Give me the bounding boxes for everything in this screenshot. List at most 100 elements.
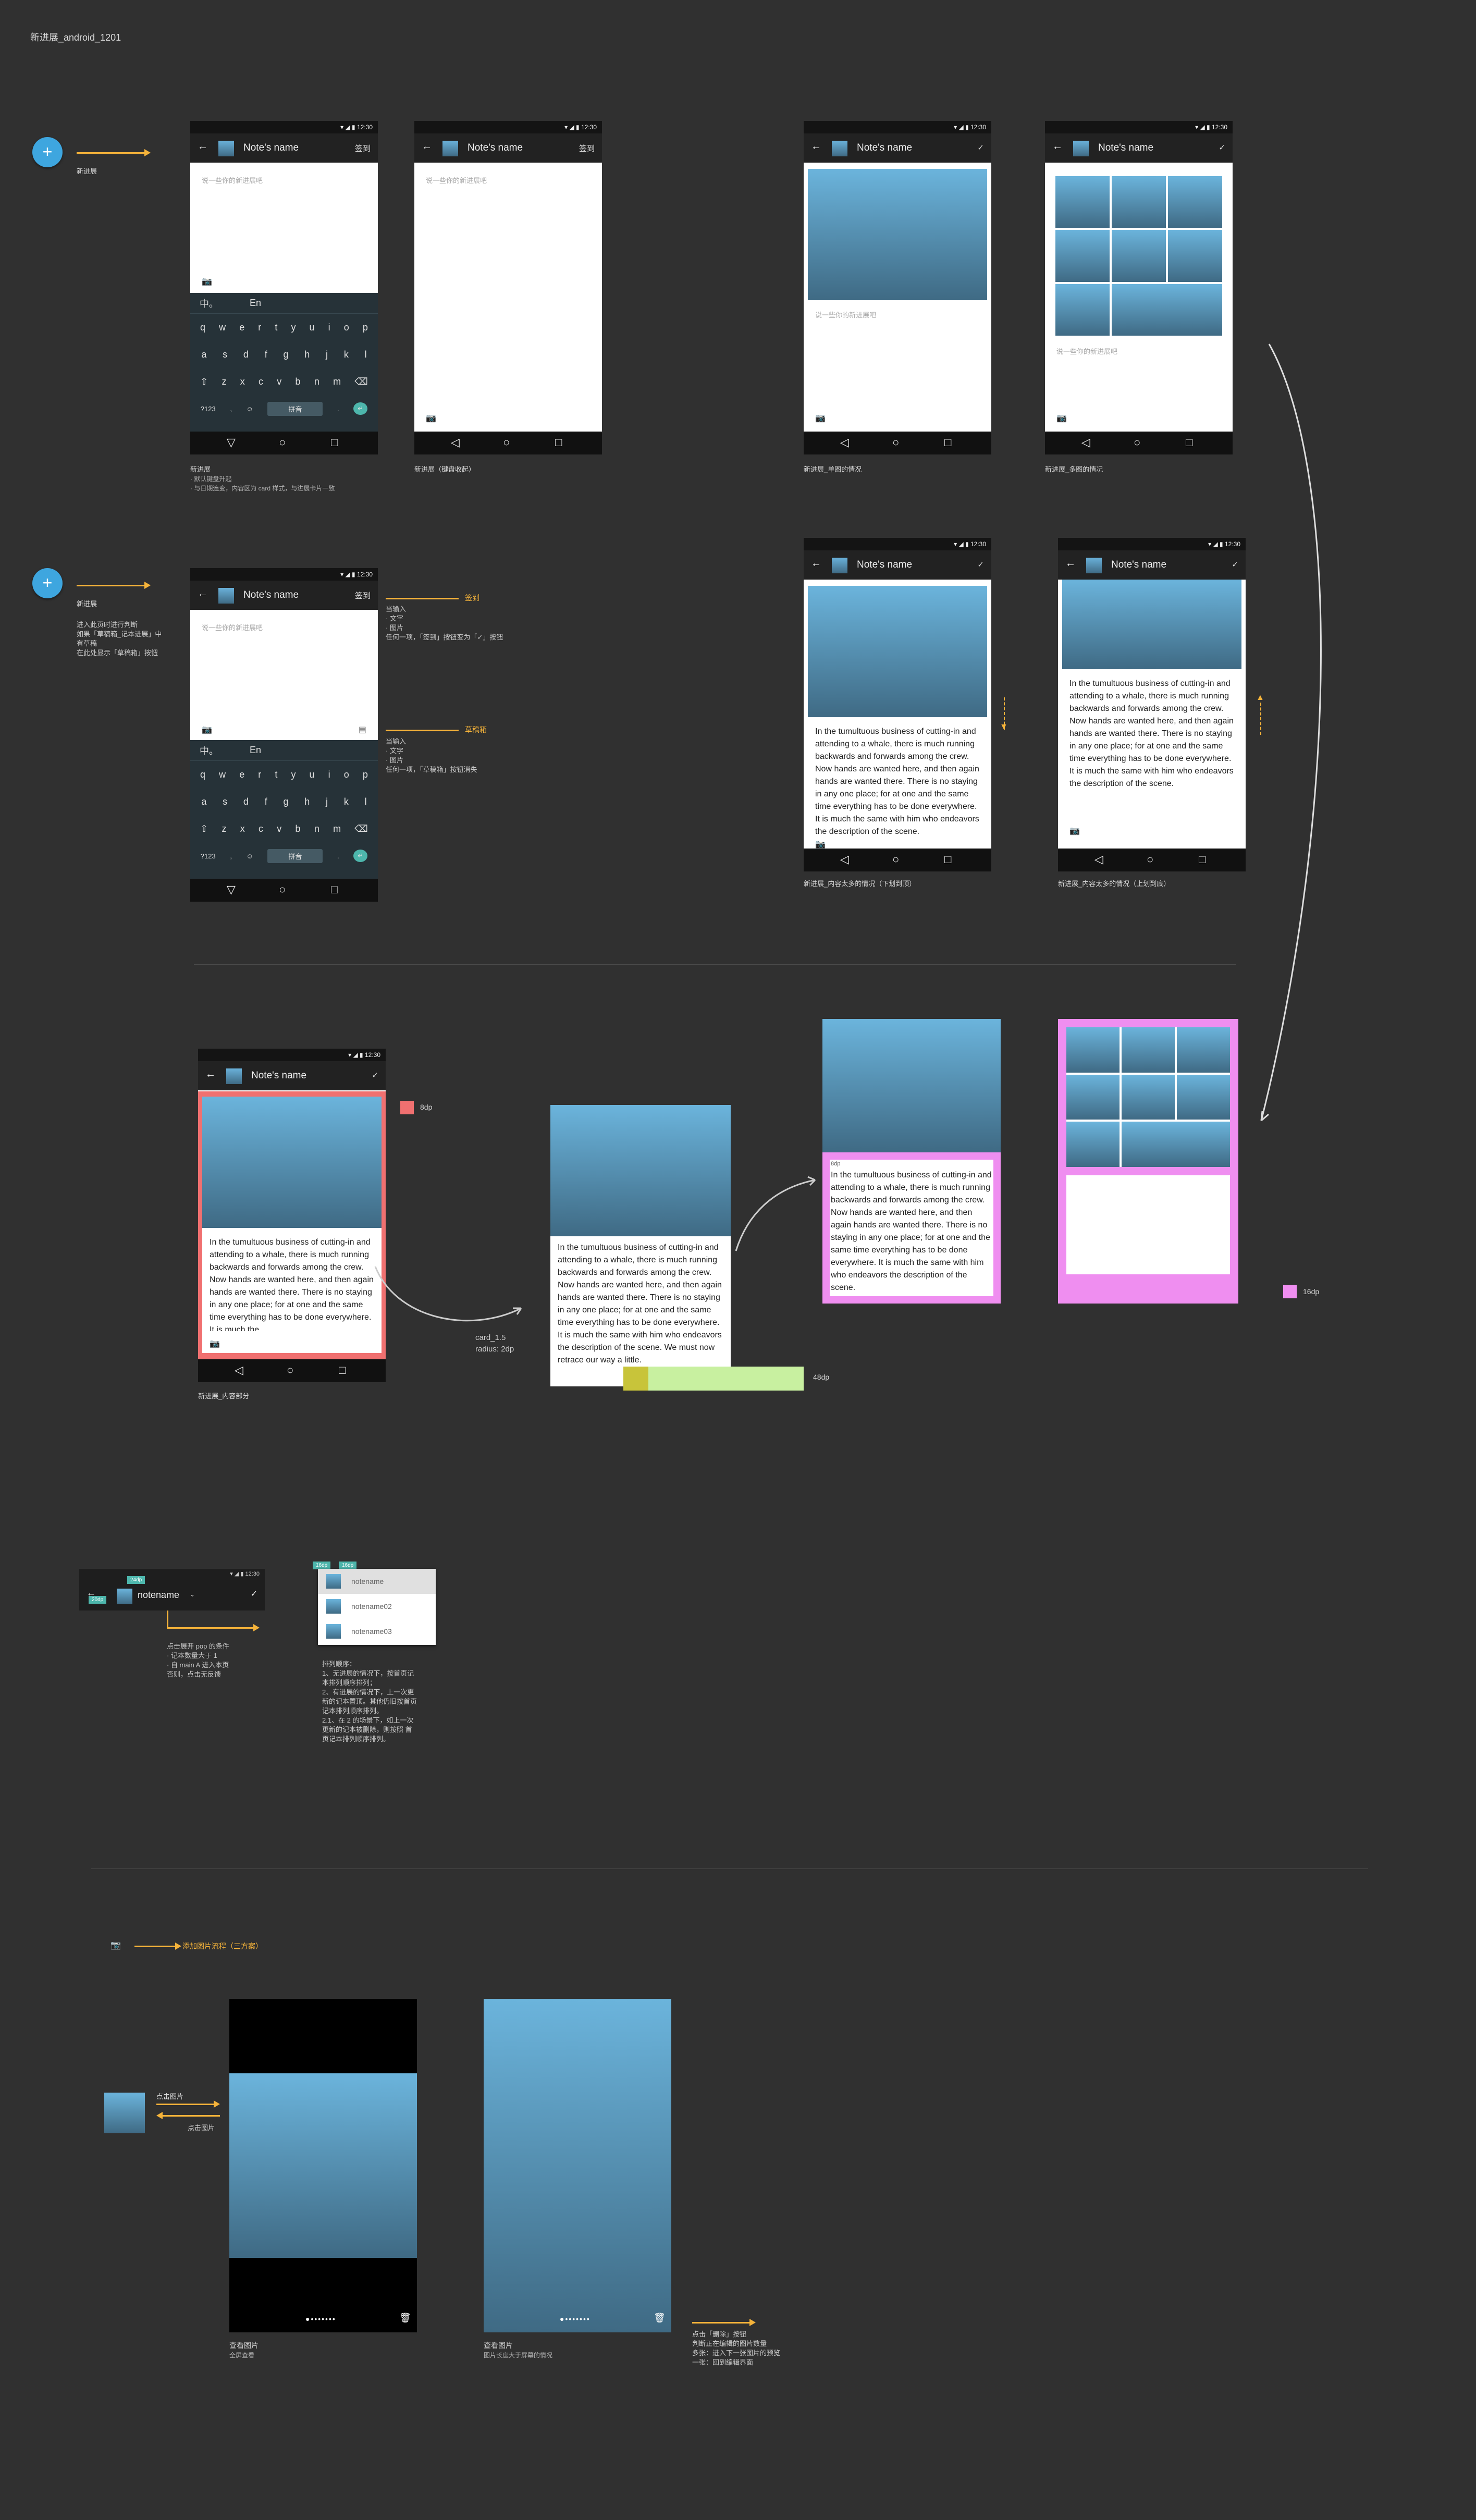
camera-icon[interactable]: 📷 [815,839,826,850]
back-arrow-icon[interactable]: ← [205,1068,216,1080]
grid-image[interactable] [1177,1027,1230,1073]
camera-icon[interactable]: 📷 [426,413,436,423]
grid-image[interactable] [1112,176,1166,228]
content-placeholder[interactable]: 说一些你的新进展吧 [426,175,487,185]
nav-bar[interactable]: ▽ ○ □ [190,432,378,454]
content-text[interactable]: In the tumultuous business of cutting-in… [210,1236,374,1331]
content-placeholder[interactable]: 说一些你的新进展吧 [202,175,263,185]
grid-image[interactable] [1177,1074,1230,1120]
grid-image[interactable] [1122,1074,1175,1120]
attached-image[interactable] [1062,580,1241,669]
note-name[interactable]: Note's name [1111,559,1166,571]
back-arrow-icon[interactable]: ← [198,141,208,153]
popup-item[interactable]: notename [351,1577,384,1585]
note-name[interactable]: Note's name [251,1070,306,1081]
note-name[interactable]: Note's name [857,142,912,154]
back-arrow-icon[interactable]: ← [1065,558,1076,570]
popup-item[interactable]: notename02 [351,1602,392,1611]
check-icon[interactable]: ✓ [977,143,984,152]
grid-image[interactable] [1055,176,1110,228]
back-arrow-icon[interactable]: ← [811,141,821,153]
toolbar: ← Note's name 签到 [190,581,378,610]
fab-add-button[interactable]: + [32,568,63,598]
camera-icon[interactable]: 📷 [210,1338,220,1349]
check-icon[interactable]: ✓ [251,1589,257,1599]
chevron-down-icon[interactable]: ⌄ [190,1591,195,1598]
check-icon[interactable]: ✓ [1232,560,1238,569]
back-arrow-icon[interactable]: ← [422,141,432,153]
attached-image[interactable] [808,586,987,717]
grid-image[interactable] [1122,1027,1175,1073]
grid-image[interactable] [1168,230,1222,282]
note-name[interactable]: Note's name [243,142,299,154]
check-in-button[interactable]: 签到 [579,143,595,154]
trash-icon[interactable]: 🗑 [654,2313,666,2324]
back-arrow-icon[interactable]: ← [811,558,821,570]
screen-content-spec: ▾ ◢ ▮ 12:30 ← Note's name ✓ In the tumul… [198,1049,386,1382]
keyboard-row-1[interactable]: qwertyuiop [190,314,378,341]
popup-item[interactable]: notename03 [351,1627,392,1636]
nav-bar[interactable]: ◁ ○ □ [1058,849,1246,871]
trash-icon[interactable]: 🗑 [399,2313,411,2324]
check-in-button[interactable]: 签到 [355,590,371,601]
check-in-button[interactable]: 签到 [355,143,371,154]
grid-image[interactable] [1168,176,1222,228]
card-image[interactable] [822,1019,1001,1152]
back-arrow-icon[interactable]: ← [198,588,208,600]
check-icon[interactable]: ✓ [1219,143,1225,152]
attached-image[interactable] [808,169,987,300]
card-image[interactable] [550,1105,731,1236]
back-arrow-icon[interactable]: ← [1052,141,1063,153]
check-icon[interactable]: ✓ [977,560,984,569]
image-thumbnail[interactable] [104,2093,145,2133]
note-name[interactable]: Note's name [468,142,523,154]
keyboard-row-1[interactable]: qwertyuiop [190,761,378,788]
camera-icon[interactable]: 📷 [1069,826,1080,836]
grid-image[interactable] [1112,284,1222,336]
card-text[interactable]: In the tumultuous business of cutting-in… [831,1169,992,1292]
camera-icon[interactable]: 📷 [110,1940,121,1950]
soft-keyboard[interactable]: 中。 En qwertyuiop asdfghjkl ⇧ z x c v b n m ⌫ ?123… [190,293,378,432]
soft-keyboard[interactable]: 中。 En qwertyuiop asdfghjkl ⇧ z x c v b n m ⌫ ?123… [190,740,378,879]
content-text[interactable]: In the tumultuous business of cutting-in… [1069,678,1234,829]
nav-bar[interactable]: ◁ ○ □ [414,432,602,454]
content-placeholder[interactable]: 说一些你的新进展吧 [202,622,263,632]
nav-bar[interactable]: ◁ ○ □ [804,849,991,871]
draft-box-icon[interactable]: ▤ [359,724,366,735]
camera-icon[interactable]: 📷 [1056,413,1067,423]
nav-bar[interactable]: ◁ ○ □ [1045,432,1233,454]
camera-icon[interactable]: 📷 [202,276,212,287]
grid-image[interactable] [1112,230,1166,282]
grid-image[interactable] [1122,1122,1230,1167]
card-text[interactable]: In the tumultuous business of cutting-in… [558,1241,724,1382]
grid-image[interactable] [1055,284,1110,336]
grid-image[interactable] [1066,1027,1120,1073]
content-placeholder[interactable]: 说一些你的新进展吧 [1056,346,1117,356]
nav-bar[interactable]: ▽ ○ □ [190,879,378,902]
check-icon[interactable]: ✓ [372,1071,378,1080]
nav-bar[interactable]: ◁ ○ □ [804,432,991,454]
grid-image[interactable] [1066,1074,1120,1120]
grid-image[interactable] [1066,1122,1120,1167]
camera-icon[interactable]: 📷 [815,413,826,423]
note-name[interactable]: Note's name [857,559,912,571]
keyboard-row-4[interactable]: ?123, ☺ 拼音. ↵ [190,395,378,422]
content-text[interactable]: In the tumultuous business of cutting-in… [815,726,980,839]
viewer-image[interactable] [229,2073,417,2258]
note-name[interactable]: Note's name [243,589,299,601]
camera-icon[interactable]: 📷 [202,724,212,735]
keyboard-row-4[interactable]: ?123, ☺ 拼音. ↵ [190,842,378,869]
image-grid [1066,1027,1230,1167]
keyboard-row-2[interactable]: asdfghjkl [190,788,378,815]
keyboard-row-3[interactable]: ⇧ z x c v b n m ⌫ [190,815,378,842]
content-placeholder[interactable]: 说一些你的新进展吧 [815,310,876,319]
note-name[interactable]: Note's name [1098,142,1153,154]
grid-image[interactable] [1055,230,1110,282]
keyboard-row-2[interactable]: asdfghjkl [190,341,378,368]
nav-bar[interactable]: ◁ ○ □ [198,1359,386,1382]
note-name-dropdown[interactable]: notename [138,1590,179,1601]
fab-add-button[interactable]: + [32,137,63,167]
attached-image[interactable] [202,1097,382,1228]
screen-image-viewer-long[interactable]: ●••••••• 🗑 [484,1999,671,2332]
keyboard-row-3[interactable]: ⇧ z x c v b n m ⌫ [190,368,378,395]
